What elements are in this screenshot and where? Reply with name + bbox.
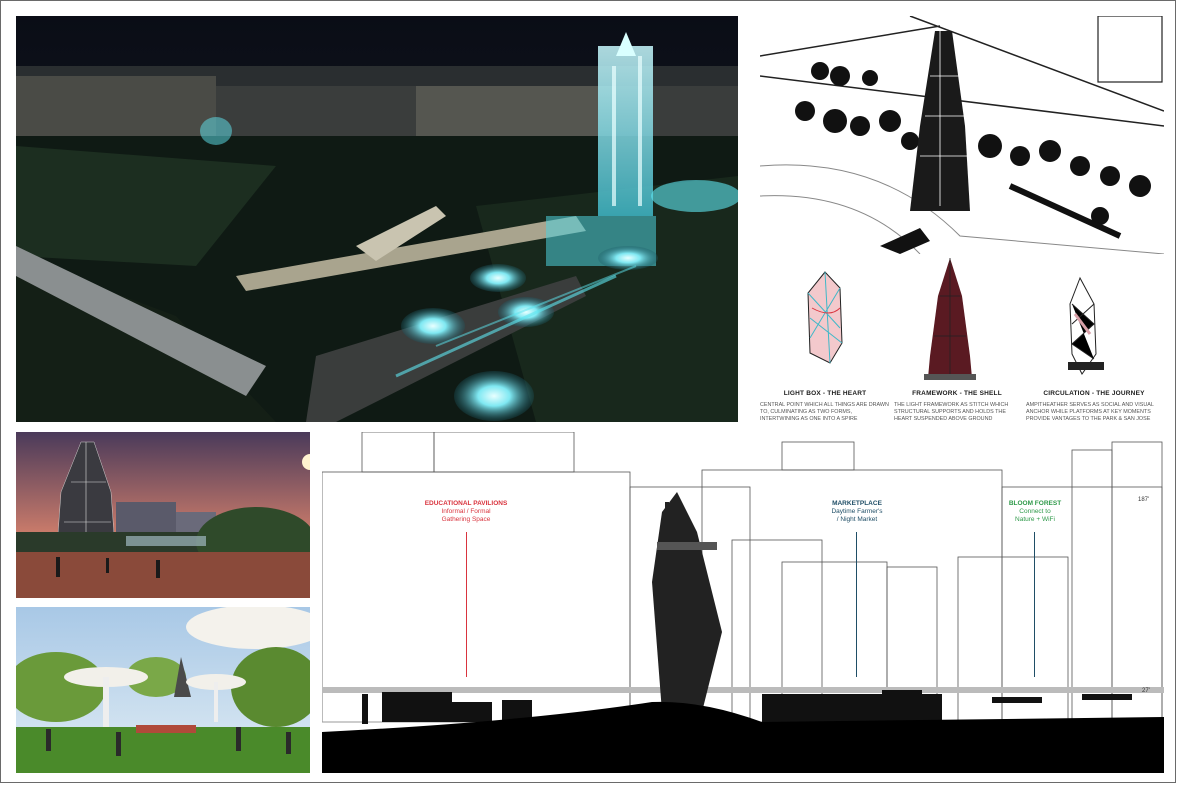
label-line2: Nature + WiFi [1015, 516, 1055, 523]
label-educational-pavilions: EDUCATIONAL PAVILIONS Informal / Formal … [411, 500, 521, 524]
height-dimension-bottom: 27' [1142, 688, 1150, 694]
diagram-title: CIRCULATION - THE JOURNEY [1043, 390, 1145, 397]
diagram-caption-circulation: CIRCULATION - THE JOURNEY AMPITHEATHER S… [1026, 390, 1162, 423]
diagram-title: FRAMEWORK - THE SHELL [912, 390, 1002, 397]
label-line2: / Night Market [836, 516, 878, 523]
daytime-forest-render [16, 607, 310, 773]
dusk-plaza-render [16, 432, 310, 598]
forest-leader-line [1034, 532, 1035, 677]
circulation-diagram [1060, 274, 1110, 386]
diagram-caption-frame: FRAMEWORK - THE SHELL THE LIGHT FRAMEWOR… [894, 390, 1020, 423]
label-line1: Connect to [1019, 508, 1051, 515]
label-title: EDUCATIONAL PAVILIONS [424, 500, 508, 507]
label-marketplace: MARKETPLACE Daytime Farmer's / Night Mar… [802, 500, 912, 524]
diagram-description: CENTRAL POINT WHICH ALL THINGS ARE DRAWN… [760, 402, 889, 422]
label-line1: Informal / Formal [441, 508, 491, 515]
height-dimension-top: 187' [1138, 497, 1150, 503]
label-title: BLOOM FOREST [1008, 500, 1062, 507]
heart-diagram [800, 268, 850, 368]
diagram-caption-heart: LIGHT BOX - THE HEART CENTRAL POINT WHIC… [760, 390, 890, 423]
label-line2: Gathering Space [441, 516, 491, 523]
diagram-title: LIGHT BOX - THE HEART [783, 390, 867, 397]
line-drawing-aerial [760, 16, 1164, 254]
frame-diagram [920, 256, 980, 386]
diagram-description: THE LIGHT FRAMEWORK AS STITCH WHICH STRU… [894, 402, 1009, 422]
label-title: MARKETPLACE [832, 500, 882, 507]
night-aerial-render [16, 16, 738, 422]
marketplace-leader-line [856, 532, 857, 677]
diagram-description: AMPITHEATHER SERVES AS SOCIAL AND VISUAL… [1026, 402, 1154, 422]
label-bloom-forest: BLOOM FOREST Connect to Nature + WiFi [980, 500, 1090, 524]
site-section-drawing [322, 432, 1164, 773]
label-line1: Daytime Farmer's [831, 508, 883, 515]
pavilions-leader-line [466, 532, 467, 677]
